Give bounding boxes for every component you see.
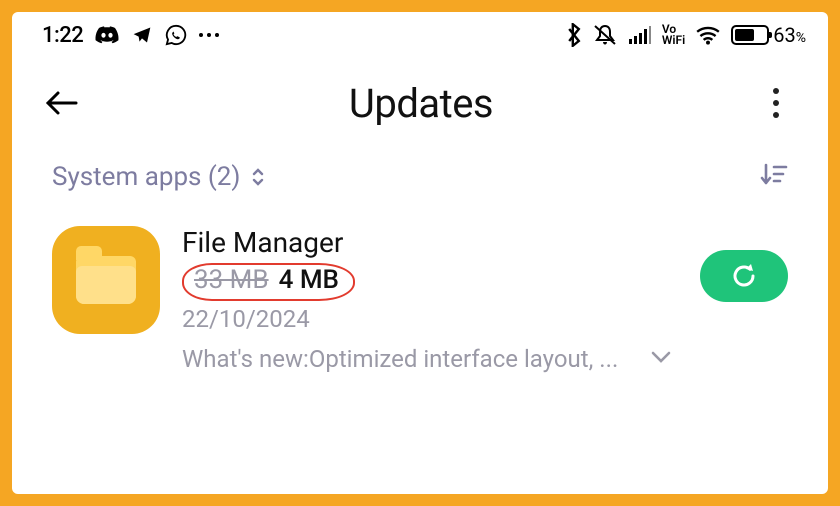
- vowifi-bottom: WiFi: [662, 35, 685, 46]
- clock: 1:22: [42, 23, 83, 48]
- app-date: 22/10/2024: [182, 305, 678, 333]
- sort-button[interactable]: [760, 162, 788, 192]
- whatsnew-row: What's new:Optimized interface layout, .…: [182, 343, 678, 374]
- screen: 1:22 Vo WiFi: [12, 12, 828, 494]
- chevron-updown-icon: [250, 166, 266, 188]
- filter-row: System apps (2): [12, 148, 828, 202]
- mute-icon: [592, 23, 618, 47]
- filter-dropdown[interactable]: System apps (2): [52, 162, 266, 192]
- whatsnew-text: What's new:Optimized interface layout, .…: [182, 345, 618, 373]
- size-old: 33 MB: [194, 265, 269, 295]
- back-button[interactable]: [42, 83, 82, 123]
- status-bar: 1:22 Vo WiFi: [12, 12, 828, 58]
- update-button[interactable]: [700, 250, 788, 302]
- size-annotation: 33 MB 4 MB: [182, 263, 355, 301]
- size-new: 4 MB: [279, 265, 339, 295]
- battery-indicator: 63%: [731, 23, 806, 47]
- app-icon[interactable]: [52, 226, 160, 334]
- battery-percent-value: 63: [773, 23, 795, 47]
- wifi-icon: [695, 25, 721, 45]
- chevron-down-icon: [650, 350, 672, 364]
- signal-icon: [628, 25, 652, 45]
- header: Updates: [12, 58, 828, 148]
- bluetooth-icon: [566, 23, 582, 47]
- refresh-icon: [729, 261, 759, 291]
- vowifi-icon: Vo WiFi: [662, 24, 685, 46]
- telegram-icon: [131, 25, 153, 45]
- folder-icon: [76, 256, 136, 304]
- app-name[interactable]: File Manager: [182, 226, 678, 259]
- menu-button[interactable]: [760, 88, 792, 118]
- battery-icon: [731, 25, 769, 45]
- battery-percent: 63%: [773, 23, 806, 47]
- more-notifications-icon: [199, 33, 219, 37]
- whatsapp-icon: [165, 24, 187, 46]
- battery-fill: [735, 29, 754, 41]
- status-left: 1:22: [42, 23, 219, 48]
- app-row: File Manager 33 MB 4 MB 22/10/2024 What'…: [12, 202, 828, 374]
- discord-icon: [95, 25, 119, 45]
- page-title: Updates: [82, 80, 760, 127]
- filter-label: System apps (2): [52, 162, 240, 192]
- app-info: File Manager 33 MB 4 MB 22/10/2024 What'…: [182, 226, 678, 374]
- status-right: Vo WiFi 63%: [566, 23, 806, 47]
- expand-button[interactable]: [644, 343, 678, 374]
